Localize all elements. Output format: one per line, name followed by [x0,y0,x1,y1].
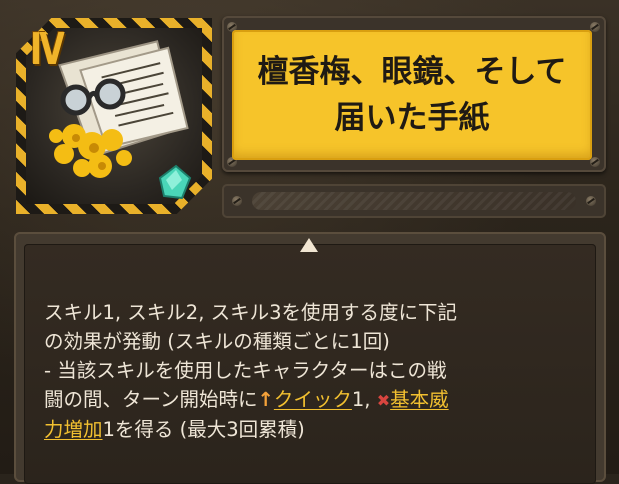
description-line: 闘の間、ターン開始時に↑クイック1, ✖基本威 [44,385,584,415]
up-arrow-icon: ↑ [257,388,274,411]
keyword-base-power-up[interactable]: 基本威 [390,388,449,411]
gem-icon [158,164,192,200]
description-text: スキル1, スキル2, スキル3を使用する度に下記 の効果が発動 (スキルの種類… [44,298,584,444]
description-line: 力増加1を得る (最大3回累積) [44,415,584,444]
description-line: - 当該スキルを使用したキャラクターはこの戦 [44,359,447,382]
rank-label: IV [30,24,65,75]
keyword-base-power-up-cont[interactable]: 力増加 [44,418,103,441]
description-fragment: 1, [351,388,377,411]
description-line: の効果が発動 (スキルの種類ごとに1回) [44,330,390,353]
expand-triangle-icon[interactable] [300,238,318,252]
description-line: スキル1, スキル2, スキル3を使用する度に下記 [44,301,458,324]
buff-icon: ✖ [376,391,391,410]
screw-icon [586,196,596,206]
description-fragment: 1を得る (最大3回累積) [102,418,305,441]
item-title: 檀香梅、眼鏡、そして届いた手紙 [257,54,567,136]
slot-bar-track [252,192,576,210]
description-fragment: 闘の間、ターン開始時に [44,388,258,411]
keyword-quick[interactable]: クイック [274,388,352,411]
screw-icon [232,196,242,206]
